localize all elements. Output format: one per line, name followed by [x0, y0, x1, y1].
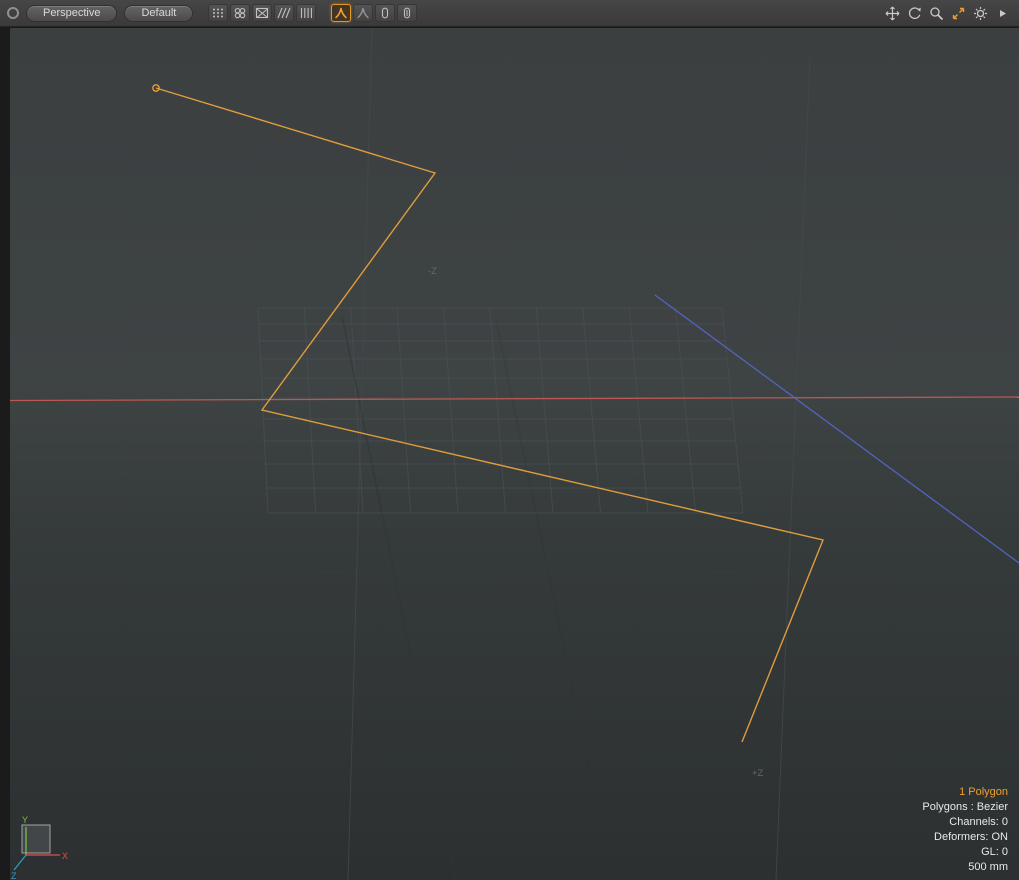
gizmo-x-label: X — [62, 851, 68, 861]
grid-shadow-line — [342, 316, 456, 880]
fit-view-icon — [951, 6, 966, 21]
shading-preset-dropdown[interactable]: Default — [124, 5, 193, 22]
fit-view-icon[interactable] — [949, 4, 968, 23]
capsule-outline-icon — [400, 7, 414, 19]
info-line: Deformers: ON — [922, 830, 1008, 845]
extended-grid-line — [210, 685, 830, 688]
hatch-vertical-icon[interactable] — [296, 4, 316, 22]
polygon-count-label: 1 Polygon — [922, 785, 1008, 800]
workplane-grid-line — [536, 308, 553, 513]
gizmo-z-axis — [14, 855, 26, 870]
info-line: Polygons : Bezier — [922, 800, 1008, 815]
viewport-toolbar: Perspective Default — [0, 0, 1019, 27]
workplane-edge-line — [776, 58, 810, 880]
workplane-edge-line — [348, 28, 372, 880]
z-axis-line — [655, 295, 1019, 563]
workplane-grid-line — [676, 308, 696, 513]
vertex-mode-icon — [334, 7, 348, 19]
pan-view-icon[interactable] — [883, 4, 902, 23]
workplane-grid-line — [397, 308, 410, 513]
texture-off-icon[interactable] — [252, 4, 272, 22]
info-line: GL: 0 — [922, 845, 1008, 860]
pattern-dots-icon — [211, 7, 225, 19]
vertex-mode-icon[interactable] — [331, 4, 351, 22]
viewport-options-gear-icon[interactable] — [971, 4, 990, 23]
viewport-menu-arrow-icon[interactable] — [993, 4, 1012, 23]
capsule-icon[interactable] — [375, 4, 395, 22]
viewport-3d[interactable]: -Z +Z Y X Z 1 PolygonPolygons : BezierChanne… — [10, 28, 1019, 880]
zoom-view-icon — [929, 6, 944, 21]
viewport-style-group-2 — [331, 4, 417, 22]
workplane-grid-line — [490, 308, 506, 513]
modo-3d-viewport-window: Perspective Default — [0, 0, 1019, 880]
viewport-style-group-1 — [208, 4, 316, 22]
gizmo-z-label: Z — [11, 871, 17, 880]
grid-shadow-line — [496, 320, 612, 880]
gizmo-y-label: Y — [22, 815, 28, 825]
capsule-outline-icon[interactable] — [397, 4, 417, 22]
hatch-vertical-icon — [299, 7, 313, 19]
view-type-dropdown[interactable]: Perspective — [26, 5, 117, 22]
sphere-set-icon — [233, 7, 247, 19]
viewport-menu-arrow-icon — [997, 7, 1008, 20]
orbit-view-icon[interactable] — [905, 4, 924, 23]
ghost-mode-icon[interactable] — [353, 4, 373, 22]
pos-z-label: +Z — [752, 768, 764, 779]
orbit-view-icon — [907, 6, 922, 21]
viewport-canvas[interactable]: -Z +Z Y X Z — [10, 28, 1019, 880]
pan-view-icon — [885, 6, 900, 21]
sphere-set-icon[interactable] — [230, 4, 250, 22]
info-line: 500 mm — [922, 860, 1008, 875]
ghost-mode-icon — [356, 7, 370, 19]
viewport-nav-tools — [883, 4, 1012, 23]
viewport-options-gear-icon — [973, 6, 988, 21]
capsule-icon — [378, 7, 392, 19]
hatch-diagonal-icon — [277, 7, 291, 19]
workplane-grid-line — [722, 308, 743, 513]
viewport-info-panel: 1 PolygonPolygons : BezierChannels: 0Def… — [922, 785, 1008, 875]
workplane-grid-line — [629, 308, 648, 513]
workplane-grid-line — [444, 308, 458, 513]
neg-z-label: -Z — [428, 266, 437, 277]
workplane-grid-line — [583, 308, 601, 513]
extended-grid-line — [160, 571, 890, 573]
viewport-thumb-icon[interactable] — [7, 7, 19, 19]
texture-off-icon — [255, 7, 269, 19]
hatch-diagonal-icon[interactable] — [274, 4, 294, 22]
zoom-view-icon[interactable] — [927, 4, 946, 23]
info-line: Channels: 0 — [922, 815, 1008, 830]
bezier-curve[interactable] — [156, 88, 823, 742]
pattern-dots-icon[interactable] — [208, 4, 228, 22]
